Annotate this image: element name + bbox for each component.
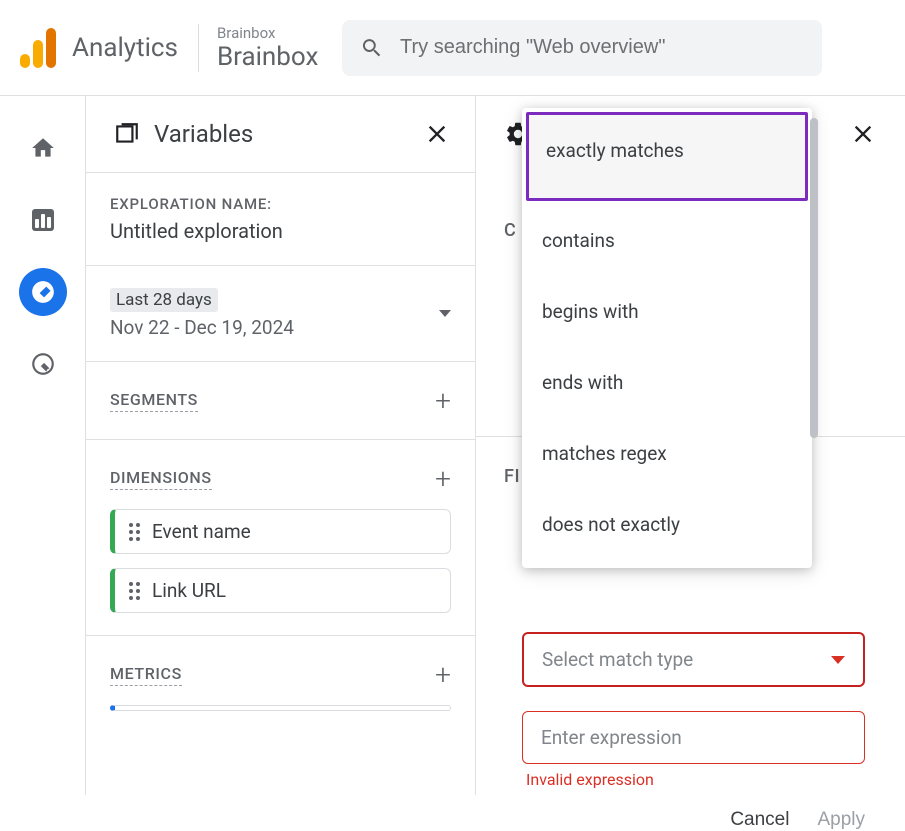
variables-panel: Variables EXPLORATION NAME: Untitled exp…: [86, 96, 476, 795]
search-input[interactable]: [400, 36, 804, 59]
variables-header: Variables: [86, 96, 475, 173]
match-type-dropdown: exactly matches contains begins with end…: [522, 108, 812, 568]
side-nav: [0, 96, 86, 795]
close-variables-button[interactable]: [423, 120, 451, 148]
dimensions-section: DIMENSIONS + Event name Link URL: [86, 440, 475, 636]
explore-icon: [30, 279, 56, 305]
match-type-select[interactable]: Select match type: [522, 632, 865, 687]
metrics-section: METRICS +: [86, 636, 475, 733]
drag-handle-icon: [129, 582, 140, 600]
dropdown-option-exactly-matches[interactable]: exactly matches: [526, 112, 808, 201]
add-metric-button[interactable]: +: [435, 658, 451, 691]
nav-home[interactable]: [19, 124, 67, 172]
target-cursor-icon: [30, 351, 56, 377]
dropdown-option-matches-regex[interactable]: matches regex: [522, 418, 812, 489]
product-name: Analytics: [72, 33, 178, 63]
chevron-down-icon: [831, 656, 845, 664]
error-message: Invalid expression: [522, 770, 865, 789]
settings-panel: C FI exactly matches contains begins wit…: [476, 96, 905, 795]
property-selector[interactable]: Brainbox Brainbox: [198, 24, 318, 72]
action-row: Cancel Apply: [522, 809, 865, 831]
property-name-label: Brainbox: [217, 42, 318, 72]
date-range-section[interactable]: Last 28 days Nov 22 - Dec 19, 2024: [86, 266, 475, 362]
filter-config-card: Select match type Enter expression Inval…: [522, 632, 865, 831]
metrics-label: METRICS: [110, 664, 182, 686]
dimension-label: Link URL: [152, 579, 226, 602]
property-account-label: Brainbox: [217, 24, 318, 42]
close-icon: [423, 120, 451, 148]
match-type-placeholder: Select match type: [542, 648, 693, 671]
expression-input[interactable]: Enter expression: [522, 711, 865, 764]
close-settings-button[interactable]: [849, 120, 877, 148]
search-icon: [360, 35, 384, 61]
segments-section: SEGMENTS +: [86, 362, 475, 440]
columns-label-peek: C: [504, 220, 516, 241]
analytics-logo-icon: [20, 28, 56, 68]
dropdown-option-does-not-exactly[interactable]: does not exactly: [522, 489, 812, 560]
scrollbar[interactable]: [810, 118, 818, 438]
close-icon: [849, 120, 877, 148]
exploration-name-section[interactable]: EXPLORATION NAME: Untitled exploration: [86, 173, 475, 266]
add-dimension-button[interactable]: +: [435, 462, 451, 495]
nav-advertising[interactable]: [19, 340, 67, 388]
dropdown-option-contains[interactable]: contains: [522, 205, 812, 276]
filters-label-peek: FI: [504, 466, 520, 487]
segments-label: SEGMENTS: [110, 390, 198, 412]
layers-icon: [114, 121, 140, 147]
dimensions-label: DIMENSIONS: [110, 468, 212, 490]
metric-chip[interactable]: [110, 705, 451, 711]
exploration-label: EXPLORATION NAME:: [110, 195, 451, 213]
add-segment-button[interactable]: +: [435, 384, 451, 417]
top-bar: Analytics Brainbox Brainbox: [0, 0, 905, 96]
dropdown-option-begins-with[interactable]: begins with: [522, 276, 812, 347]
cancel-button[interactable]: Cancel: [730, 809, 789, 831]
drag-handle-icon: [129, 523, 140, 541]
bar-chart-icon: [32, 209, 54, 231]
search-bar[interactable]: [342, 20, 822, 76]
date-preset-chip: Last 28 days: [110, 288, 218, 312]
chevron-down-icon: [439, 310, 451, 317]
date-range-text: Nov 22 - Dec 19, 2024: [110, 316, 294, 339]
dimension-chip[interactable]: Link URL: [110, 568, 451, 613]
variables-title: Variables: [154, 120, 253, 148]
dropdown-option-ends-with[interactable]: ends with: [522, 347, 812, 418]
nav-explore[interactable]: [19, 268, 67, 316]
dimension-label: Event name: [152, 520, 251, 543]
dimension-chip[interactable]: Event name: [110, 509, 451, 554]
home-icon: [30, 135, 56, 161]
expression-placeholder: Enter expression: [541, 726, 682, 749]
exploration-name: Untitled exploration: [110, 219, 451, 243]
logo-area[interactable]: Analytics: [20, 28, 178, 68]
apply-button[interactable]: Apply: [817, 809, 865, 831]
nav-reports[interactable]: [19, 196, 67, 244]
